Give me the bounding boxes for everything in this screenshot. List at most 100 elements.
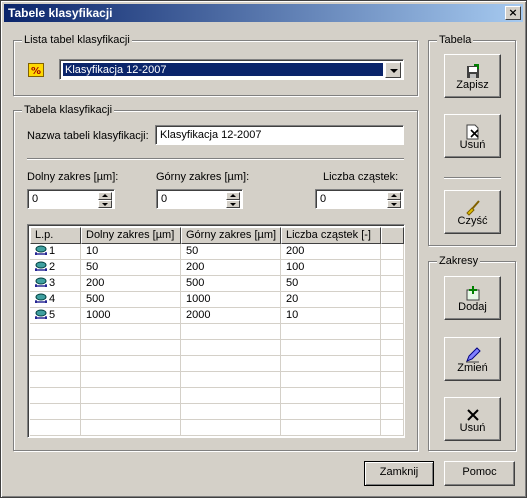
dialog-window: Tabele klasyfikacji × Lista tabel klasyf… bbox=[0, 0, 527, 498]
table-row-empty bbox=[30, 340, 404, 356]
gorny-spinbox[interactable]: 0 bbox=[156, 189, 243, 209]
spin-down-icon[interactable] bbox=[98, 200, 112, 208]
zakresy-group-title: Zakresy bbox=[437, 254, 481, 268]
table-row[interactable]: 2 50 200 100 bbox=[30, 260, 404, 276]
table-cell: 10 bbox=[81, 244, 181, 260]
table-cell-empty bbox=[381, 260, 404, 276]
table-cell-empty bbox=[181, 356, 281, 372]
table-cell: 5 bbox=[30, 308, 81, 324]
spin-up-icon[interactable] bbox=[226, 192, 240, 200]
delete-range-button[interactable]: Usuń bbox=[444, 397, 501, 441]
close-icon: × bbox=[508, 6, 518, 19]
table-cell-empty bbox=[30, 420, 81, 436]
table-cell: 50 bbox=[81, 260, 181, 276]
gorny-spinner[interactable] bbox=[226, 192, 240, 208]
chevron-down-icon[interactable] bbox=[385, 62, 401, 78]
table-row[interactable]: 3 200 500 50 bbox=[30, 276, 404, 292]
table-cell-empty bbox=[281, 388, 381, 404]
dolny-spinner[interactable] bbox=[98, 192, 112, 208]
spin-up-icon[interactable] bbox=[387, 192, 401, 200]
window-title: Tabele klasyfikacji bbox=[8, 6, 113, 20]
close-button[interactable]: × bbox=[505, 6, 521, 20]
table-row[interactable]: 5 1000 2000 10 bbox=[30, 308, 404, 324]
table-cell-empty bbox=[381, 276, 404, 292]
table-cell: 20 bbox=[281, 292, 381, 308]
add-range-label: Dodaj bbox=[458, 301, 487, 313]
table-cell-text: 200 bbox=[186, 261, 205, 273]
table-cell-text: 500 bbox=[86, 293, 105, 305]
percent-table-icon: % bbox=[28, 63, 44, 77]
add-range-button[interactable]: Dodaj bbox=[444, 276, 501, 320]
clear-label: Czyść bbox=[457, 215, 488, 227]
table-row-empty bbox=[30, 324, 404, 340]
clear-button[interactable]: Czyść bbox=[444, 190, 501, 234]
table-cell-empty bbox=[381, 340, 404, 356]
delete-table-button[interactable]: Usuń bbox=[444, 114, 501, 158]
table-cell-text: 10 bbox=[86, 245, 99, 257]
range-icon bbox=[35, 277, 47, 287]
liczba-spinbox[interactable]: 0 bbox=[315, 189, 404, 209]
spin-down-icon[interactable] bbox=[387, 200, 401, 208]
range-icon bbox=[35, 293, 47, 303]
svg-text:%: % bbox=[31, 66, 41, 77]
liczba-value: 0 bbox=[320, 193, 327, 205]
spin-up-icon[interactable] bbox=[98, 192, 112, 200]
save-label: Zapisz bbox=[456, 79, 489, 91]
table-cell-text: 500 bbox=[186, 277, 205, 289]
table-cell: 1000 bbox=[81, 308, 181, 324]
table-cell: 4 bbox=[30, 292, 81, 308]
table-cell-empty bbox=[181, 340, 281, 356]
col-header-dolny[interactable]: Dolny zakres [µm] bbox=[81, 227, 181, 244]
help-button[interactable]: Pomoc bbox=[444, 461, 515, 486]
tabela-separator bbox=[444, 177, 501, 179]
table-cell-text: 2000 bbox=[186, 309, 211, 321]
change-range-button[interactable]: Zmień bbox=[444, 337, 501, 381]
table-row-empty bbox=[30, 404, 404, 420]
liczba-spinner[interactable] bbox=[387, 192, 401, 208]
table-cell-empty bbox=[381, 324, 404, 340]
col-header-lp[interactable]: L.p. bbox=[30, 227, 81, 244]
table-cell-empty bbox=[381, 420, 404, 436]
table-cell-empty bbox=[30, 340, 81, 356]
table-cell: 200 bbox=[181, 260, 281, 276]
range-icon bbox=[35, 309, 47, 319]
tabela-klasyfikacji-title: Tabela klasyfikacji bbox=[22, 103, 115, 117]
table-cell-empty bbox=[181, 388, 281, 404]
table-cell-empty bbox=[81, 404, 181, 420]
table-cell: 1 bbox=[30, 244, 81, 260]
table-cell-empty bbox=[181, 372, 281, 388]
spin-down-icon[interactable] bbox=[226, 200, 240, 208]
dolny-value: 0 bbox=[32, 193, 39, 205]
table-cell-empty bbox=[181, 420, 281, 436]
table-cell-empty bbox=[281, 372, 381, 388]
tabela-group-title: Tabela bbox=[437, 33, 474, 47]
table-cell-empty bbox=[81, 388, 181, 404]
save-button[interactable]: Zapisz bbox=[444, 54, 501, 98]
col-header-gorny[interactable]: Górny zakres [µm] bbox=[181, 227, 281, 244]
dolny-spinbox[interactable]: 0 bbox=[27, 189, 115, 209]
table-cell-empty bbox=[181, 404, 281, 420]
title-bar[interactable]: Tabele klasyfikacji × bbox=[4, 4, 523, 22]
table-row[interactable]: 4 500 1000 20 bbox=[30, 292, 404, 308]
ranges-table[interactable]: L.p. Dolny zakres [µm] Górny zakres [µm]… bbox=[27, 224, 405, 438]
range-icon bbox=[35, 261, 47, 271]
table-cell-empty bbox=[81, 340, 181, 356]
table-select-combobox[interactable]: Klasyfikacja 12-2007 bbox=[59, 59, 404, 80]
table-cell: 10 bbox=[281, 308, 381, 324]
table-cell: 50 bbox=[181, 244, 281, 260]
name-input[interactable]: Klasyfikacja 12-2007 bbox=[155, 125, 404, 145]
table-row-empty bbox=[30, 372, 404, 388]
col-header-liczba[interactable]: Liczba cząstek [-] bbox=[281, 227, 381, 244]
table-cell-text: 50 bbox=[286, 277, 299, 289]
close-dialog-button[interactable]: Zamknij bbox=[364, 461, 434, 486]
table-cell-empty bbox=[181, 324, 281, 340]
liczba-label: Liczba cząstek: bbox=[323, 171, 399, 183]
table-cell-text: 1000 bbox=[186, 293, 211, 305]
table-cell-empty bbox=[281, 324, 381, 340]
table-cell: 1000 bbox=[181, 292, 281, 308]
combobox-selected-value: Klasyfikacja 12-2007 bbox=[63, 63, 383, 76]
table-row[interactable]: 1 10 50 200 bbox=[30, 244, 404, 260]
table-cell-empty bbox=[30, 356, 81, 372]
name-label: Nazwa tabeli klasyfikacji: bbox=[27, 130, 149, 142]
table-row-empty bbox=[30, 356, 404, 372]
